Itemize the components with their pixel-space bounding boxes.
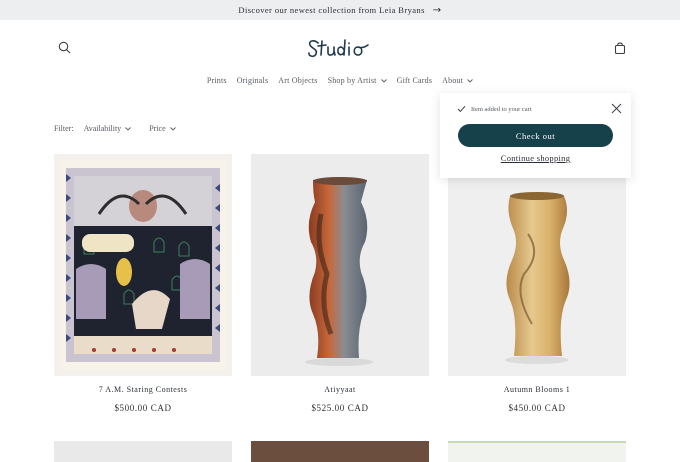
nav-item-label: About <box>442 76 464 85</box>
nav-item-label: Art Objects <box>278 76 318 85</box>
nav-item-shop-by-artist[interactable]: Shop by Artist <box>323 76 392 85</box>
close-icon[interactable] <box>611 101 622 114</box>
nav-item-art-objects[interactable]: Art Objects <box>273 76 322 85</box>
announcement-bar[interactable]: Discover our newest collection from Leia… <box>0 0 680 20</box>
filter-label: Filter: <box>54 124 74 133</box>
chevron-down-icon <box>169 126 176 131</box>
product-image[interactable] <box>54 154 232 376</box>
nav-item-gift-cards[interactable]: Gift Cards <box>392 76 438 85</box>
main-nav: Prints Originals Art Objects Shop by Art… <box>0 76 680 85</box>
arrow-right-icon: → <box>432 4 442 16</box>
product-title[interactable]: Atiyyaat <box>251 385 429 394</box>
product-image[interactable] <box>448 441 626 462</box>
nav-item-about[interactable]: About <box>437 76 478 85</box>
filter-option-label: Price <box>149 124 166 133</box>
cart-icon[interactable] <box>612 40 628 56</box>
filter-option-label: Availability <box>83 124 122 133</box>
nav-item-label: Prints <box>206 76 227 85</box>
nav-item-label: Gift Cards <box>396 76 433 85</box>
nav-item-label: Originals <box>236 76 269 85</box>
cart-notification: Item added to your cart Check out Contin… <box>440 93 631 178</box>
chevron-down-icon <box>125 126 132 131</box>
product-title[interactable]: 7 A.M. Staring Contests <box>54 385 232 394</box>
product-image[interactable] <box>448 154 626 376</box>
cart-added-text: Item added to your cart <box>471 105 532 113</box>
product-price: $450.00 CAD <box>508 403 566 413</box>
product-image[interactable] <box>251 154 429 376</box>
filter-price[interactable]: Price <box>149 124 176 133</box>
chevron-down-icon <box>380 78 387 83</box>
product-image[interactable] <box>54 441 232 462</box>
cart-added-message: Item added to your cart <box>457 105 532 113</box>
product-card[interactable]: Autumn Blooms 1 $450.00 CAD <box>448 154 626 413</box>
checkout-button[interactable]: Check out <box>458 124 613 147</box>
nav-item-prints[interactable]: Prints <box>202 76 232 85</box>
nav-item-originals[interactable]: Originals <box>232 76 274 85</box>
chevron-down-icon <box>467 78 473 83</box>
product-price: $525.00 CAD <box>311 403 369 413</box>
filter-bar: Filter: Availability Price <box>54 124 194 133</box>
filter-availability[interactable]: Availability <box>84 124 132 133</box>
product-card[interactable]: Atiyyaat $525.00 CAD <box>251 154 429 413</box>
product-price: $500.00 CAD <box>114 403 172 413</box>
continue-shopping-link[interactable]: Continue shopping <box>440 153 631 163</box>
studio-logo[interactable] <box>304 33 376 63</box>
check-icon <box>457 105 466 113</box>
product-title[interactable]: Autumn Blooms 1 <box>448 385 626 394</box>
search-icon[interactable] <box>57 40 73 56</box>
product-card[interactable]: 7 A.M. Staring Contests $500.00 CAD <box>54 154 232 413</box>
announcement-text: Discover our newest collection from Leia… <box>238 5 425 15</box>
nav-item-label: Shop by Artist <box>327 76 377 85</box>
product-image[interactable] <box>251 441 429 462</box>
